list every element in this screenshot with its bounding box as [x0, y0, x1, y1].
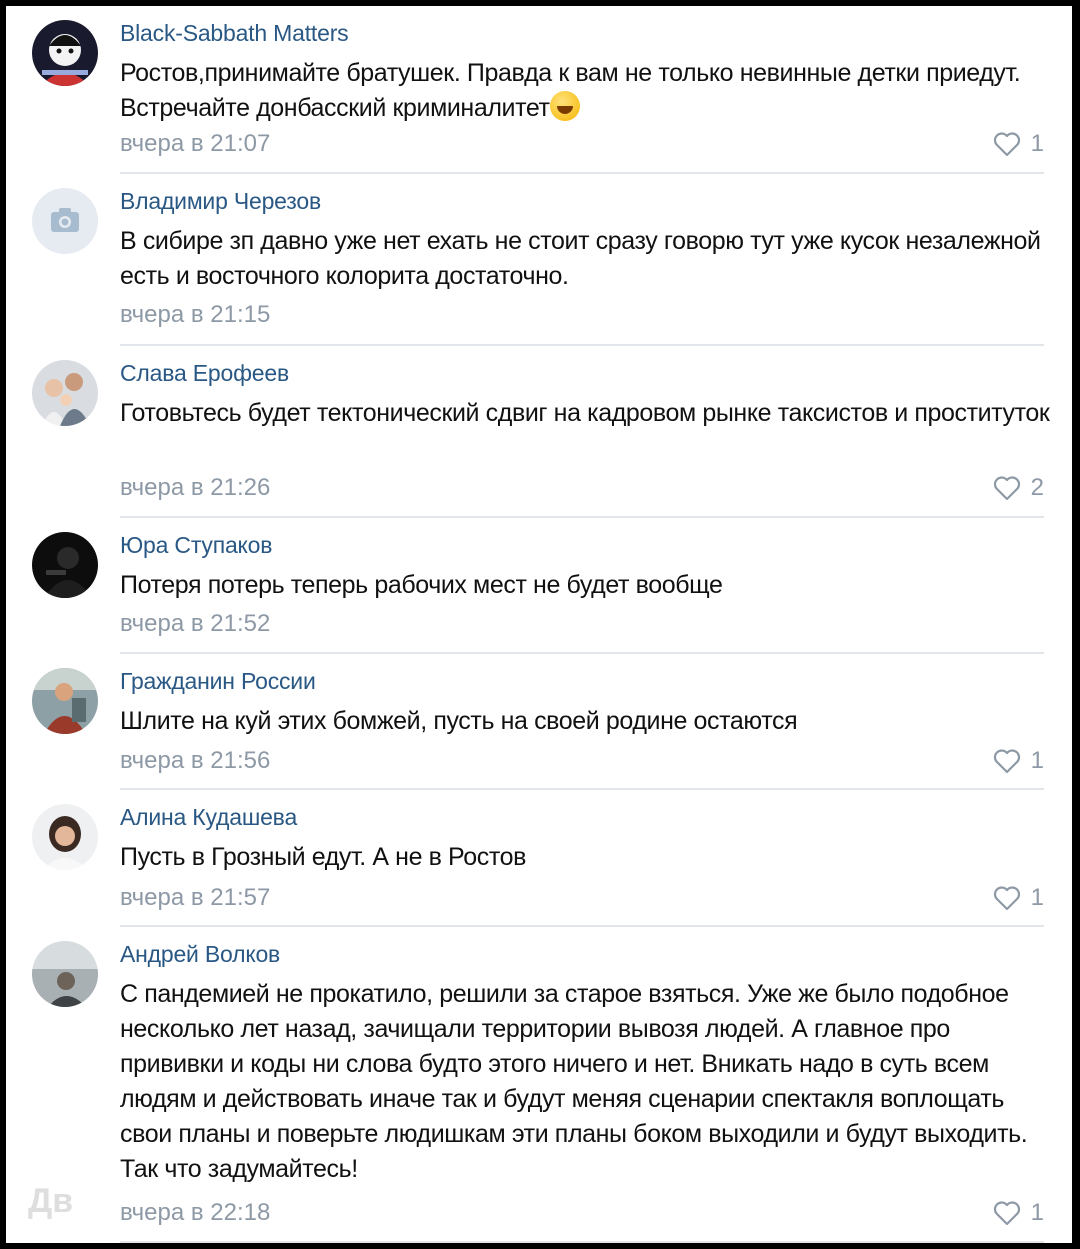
comment-text: В сибире зп давно уже нет ехать не стоит… [120, 227, 1041, 290]
heart-icon [993, 476, 1020, 501]
heart-icon [993, 886, 1020, 911]
watermark: Дв [28, 1182, 74, 1220]
comment-item: Юра Ступаков Потеря потерь теперь рабочи… [6, 518, 1072, 654]
like-count: 1 [1030, 747, 1044, 774]
avatar[interactable] [32, 804, 98, 870]
comment-text: Пусть в Грозный едут. А не в Ростов [120, 843, 526, 871]
like-button[interactable]: 1 [993, 884, 1044, 912]
like-count: 1 [1030, 1199, 1044, 1226]
avatar[interactable] [32, 941, 98, 1007]
comments-panel: Black-Sabbath Matters Ростов,принимайте … [6, 6, 1072, 1243]
comment-timestamp[interactable]: вчера в 21:57 [120, 884, 270, 912]
author-name[interactable]: Гражданин России [120, 668, 316, 695]
comment-timestamp[interactable]: вчера в 21:56 [120, 747, 270, 775]
like-count: 2 [1030, 474, 1044, 501]
comment-text: Ростов,принимайте братушек. Правда к вам… [120, 59, 1021, 122]
like-count: 1 [1030, 130, 1044, 157]
comment-text: Потеря потерь теперь рабочих мест не буд… [120, 571, 723, 599]
comment-item: Андрей Волков С пандемией не прокатило, … [6, 927, 1072, 1243]
author-name[interactable]: Слава Ерофеев [120, 360, 289, 387]
avatar[interactable] [32, 668, 98, 734]
comment-text: С пандемией не прокатило, решили за стар… [120, 980, 1028, 1183]
author-name[interactable]: Владимир Черезов [120, 188, 321, 215]
like-count: 1 [1030, 884, 1044, 911]
camera-placeholder-icon[interactable] [32, 188, 98, 254]
comment-text: Готовьтесь будет тектонический сдвиг на … [120, 399, 1050, 427]
comment-timestamp[interactable]: вчера в 22:18 [120, 1199, 270, 1227]
comment-item: Алина Кудашева Пусть в Грозный едут. А н… [6, 790, 1072, 927]
comment-timestamp[interactable]: вчера в 21:26 [120, 474, 270, 502]
comment-item: Гражданин России Шлите на куй этих бомже… [6, 654, 1072, 790]
like-button[interactable]: 1 [993, 747, 1044, 775]
heart-icon [993, 749, 1020, 774]
comment-item: Слава Ерофеев Готовьтесь будет тектониче… [6, 346, 1072, 518]
author-name[interactable]: Андрей Волков [120, 941, 280, 968]
avatar[interactable] [32, 360, 98, 426]
divider [120, 1241, 1044, 1243]
author-name[interactable]: Алина Кудашева [120, 804, 297, 831]
comment-timestamp[interactable]: вчера в 21:07 [120, 130, 270, 158]
like-button[interactable]: 1 [993, 130, 1044, 158]
avatar[interactable] [32, 20, 98, 86]
author-name[interactable]: Black-Sabbath Matters [120, 20, 349, 47]
heart-icon [993, 132, 1020, 157]
comment-timestamp[interactable]: вчера в 21:15 [120, 301, 270, 329]
like-button[interactable]: 1 [993, 1199, 1044, 1227]
avatar[interactable] [32, 532, 98, 598]
heart-icon [993, 1201, 1020, 1226]
like-button[interactable]: 2 [993, 474, 1044, 502]
comment-item: Black-Sabbath Matters Ростов,принимайте … [6, 6, 1072, 174]
author-name[interactable]: Юра Ступаков [120, 532, 272, 559]
comment-timestamp[interactable]: вчера в 21:52 [120, 610, 270, 638]
grinning-face-icon [549, 91, 580, 121]
comment-text: Шлите на куй этих бомжей, пусть на своей… [120, 707, 798, 735]
comment-item: Владимир Черезов В сибире зп давно уже н… [6, 174, 1072, 346]
